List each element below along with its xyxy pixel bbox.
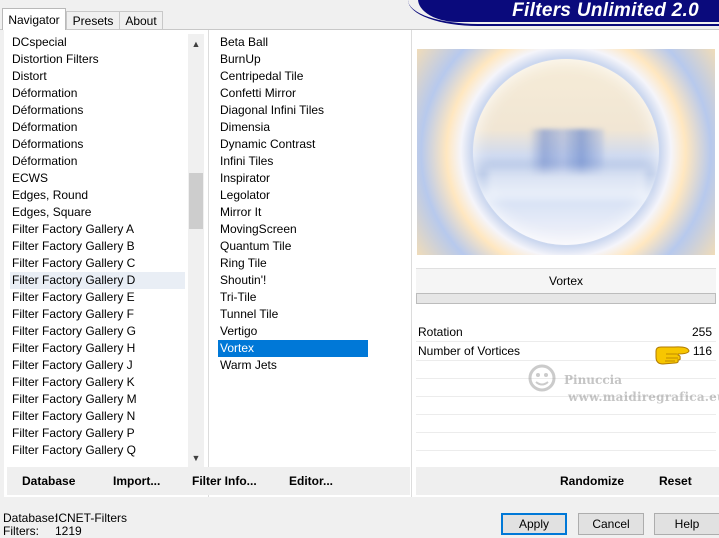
category-list-item[interactable]: Déformations [10,102,185,119]
param-rotation[interactable]: Rotation 255 [416,323,716,342]
filter-list-item[interactable]: Beta Ball [218,34,368,51]
category-list-item[interactable]: Filter Factory Gallery F [10,306,185,323]
scroll-up-icon[interactable]: ▲ [188,36,204,52]
filter-list-item[interactable]: Tunnel Tile [218,306,368,323]
param-empty-row [416,397,716,415]
filter-list-item[interactable]: Dynamic Contrast [218,136,368,153]
status-label: Database: [3,511,58,525]
filter-list[interactable]: Beta Ball BurnUp Centripedal Tile Confetti … [218,34,368,374]
category-list-item[interactable]: Filter Factory Gallery Q [10,442,185,459]
selected-filter-title: Vortex [416,268,716,293]
param-empty-row [416,379,716,397]
category-list-item[interactable]: Filter Factory Gallery G [10,323,185,340]
param-value[interactable]: 255 [692,323,712,341]
filter-list-item[interactable]: Centripedal Tile [218,68,368,85]
status-filters: Filters: 1219 [3,524,82,538]
preview-water-blur [487,169,647,199]
filter-list-item[interactable]: Vortex [218,340,368,357]
category-list-item[interactable]: Filter Factory Gallery C [10,255,185,272]
category-list-item[interactable]: Filter Factory Gallery A [10,221,185,238]
category-list-item[interactable]: Filter Factory Gallery E [10,289,185,306]
randomize-button[interactable]: Randomize [560,467,624,495]
filter-list-item[interactable]: Inspirator [218,170,368,187]
category-list-item[interactable]: Distort [10,68,185,85]
app-title: Filters Unlimited 2.0 [418,0,719,22]
category-list-item[interactable]: Distortion Filters [10,51,185,68]
param-empty-row [416,433,716,451]
scroll-down-icon[interactable]: ▼ [188,450,204,466]
pointing-hand-icon [655,346,690,365]
filter-preview-image [417,49,715,255]
category-list[interactable]: DCspecial Distortion Filters Distort Déform… [10,34,185,459]
category-list-item[interactable]: Déformation [10,85,185,102]
filter-list-item[interactable]: Confetti Mirror [218,85,368,102]
reset-button[interactable]: Reset [659,467,692,495]
status-database: Database:ICNET-Filters [3,511,127,525]
category-list-item[interactable]: Edges, Round [10,187,185,204]
category-list-item[interactable]: Filter Factory Gallery H [10,340,185,357]
category-list-item[interactable]: ECWS [10,170,185,187]
filter-list-item[interactable]: Legolator [218,187,368,204]
category-list-item[interactable]: Edges, Square [10,204,185,221]
editor-button[interactable]: Editor... [289,467,333,495]
filter-list-item[interactable]: Diagonal Infini Tiles [218,102,368,119]
category-list-item[interactable]: Déformation [10,119,185,136]
apply-button[interactable]: Apply [501,513,567,535]
tab-presets[interactable]: Presets [66,11,120,29]
filter-list-item[interactable]: BurnUp [218,51,368,68]
import-button[interactable]: Import... [113,467,160,495]
category-list-item[interactable]: Filter Factory Gallery P [10,425,185,442]
category-list-item[interactable]: Filter Factory Gallery M [10,391,185,408]
status-label: Filters: [3,524,39,538]
filter-list-item[interactable]: Shoutin'! [218,272,368,289]
param-value[interactable]: 116 [693,342,712,360]
filter-list-item[interactable]: Tri-Tile [218,289,368,306]
filter-list-item[interactable]: Mirror It [218,204,368,221]
help-button[interactable]: Help [654,513,719,535]
filter-list-item[interactable]: MovingScreen [218,221,368,238]
filter-info-button[interactable]: Filter Info... [192,467,257,495]
filter-list-item[interactable]: Quantum Tile [218,238,368,255]
category-list-item[interactable]: Filter Factory Gallery N [10,408,185,425]
category-scrollbar[interactable]: ▲ ▼ [188,34,204,468]
filter-list-item[interactable]: Infini Tiles [218,153,368,170]
panel-divider [411,30,412,497]
parameter-toolbar: Randomize Reset [416,467,719,495]
category-list-item[interactable]: Filter Factory Gallery J [10,357,185,374]
navigator-toolbar: Database Import... Filter Info... Editor… [7,467,410,495]
filter-list-item[interactable]: Warm Jets [218,357,368,374]
param-label: Number of Vortices [418,344,521,358]
filter-list-item[interactable]: Dimensia [218,119,368,136]
navigator-panel: DCspecial Distortion Filters Distort Déform… [4,30,719,497]
param-label: Rotation [418,325,463,339]
panel-divider [208,30,209,497]
tab-about[interactable]: About [119,11,163,29]
cancel-button[interactable]: Cancel [578,513,644,535]
progress-bar [416,293,716,304]
filter-list-item[interactable]: Vertigo [218,323,368,340]
status-value: ICNET-Filters [55,511,127,525]
param-empty-row [416,415,716,433]
scroll-thumb[interactable] [189,173,203,229]
tab-navigator[interactable]: Navigator [2,8,66,30]
category-list-item[interactable]: DCspecial [10,34,185,51]
category-list-item[interactable]: Déformations [10,136,185,153]
category-list-item[interactable]: Déformation [10,153,185,170]
category-list-item[interactable]: Filter Factory Gallery B [10,238,185,255]
filter-list-item[interactable]: Ring Tile [218,255,368,272]
status-value: 1219 [55,524,82,538]
category-list-item[interactable]: Filter Factory Gallery K [10,374,185,391]
database-button[interactable]: Database [22,467,75,495]
category-list-item[interactable]: Filter Factory Gallery D [10,272,185,289]
